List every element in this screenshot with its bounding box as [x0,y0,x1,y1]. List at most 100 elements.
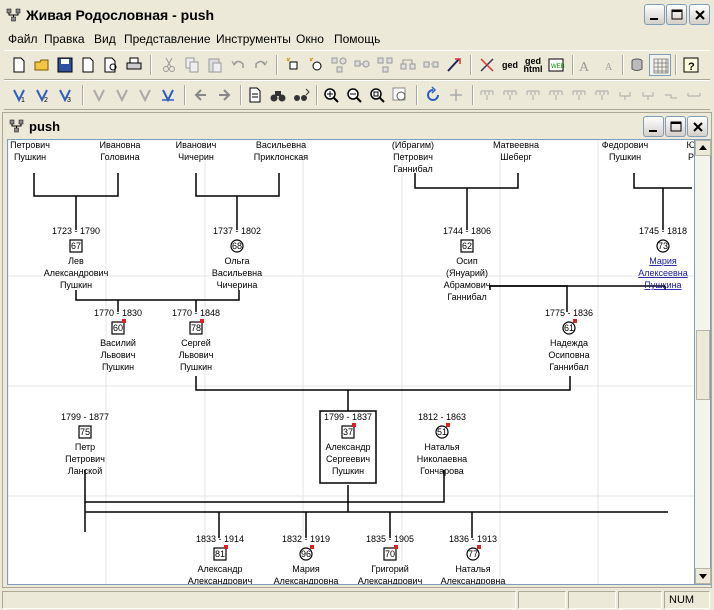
find-button[interactable] [267,84,289,106]
add-female-button[interactable] [305,54,327,76]
font-small-button[interactable]: A [597,54,619,76]
forward-button[interactable] [213,84,235,106]
link-person-button[interactable] [420,54,442,76]
font-large-button[interactable]: A [574,54,596,76]
red-marker-icon [394,545,398,549]
person-name-text: Пушкин [180,362,212,372]
page-button[interactable] [77,54,99,76]
new-button[interactable] [8,54,30,76]
layout-2-button[interactable] [499,84,521,106]
layout-7-button[interactable] [614,84,636,106]
back-button[interactable] [190,84,212,106]
new-person-button[interactable] [282,54,304,76]
scroll-up-button[interactable] [695,140,711,156]
save-button[interactable] [54,54,76,76]
layout-4-button[interactable] [545,84,567,106]
generation-2-button[interactable]: 2 [31,84,53,106]
toolbar-separator [416,85,418,105]
add-sibling-button[interactable] [397,54,419,76]
toolbar-separator [184,85,186,105]
close-button[interactable] [689,4,710,25]
person-years-text: 1737 - 1802 [213,226,261,236]
layout-6-button[interactable] [591,84,613,106]
add-child-button[interactable] [374,54,396,76]
document-minimize-button[interactable] [643,116,664,137]
toolbar-separator [622,55,624,75]
person-name-text: Александровна [274,576,339,585]
menu-tools[interactable]: Инструменты [216,32,291,46]
jump-1-button[interactable] [88,84,110,106]
export-ged-button[interactable]: ged [499,54,521,76]
menu-presentation[interactable]: Представление [124,32,211,46]
person-name-text: Григорий [371,564,409,574]
jump-2-icon [116,89,128,103]
menu-file[interactable]: Файл [8,32,38,46]
layout-1-button[interactable] [476,84,498,106]
menu-edit[interactable]: Правка [44,32,85,46]
minimize-button[interactable] [644,4,665,25]
person-card-button[interactable] [244,84,266,106]
generation-3-button[interactable]: 3 [54,84,76,106]
grid-toggle-button[interactable] [649,54,671,76]
maximize-button[interactable] [666,4,687,25]
menu-help[interactable]: Помощь [334,32,380,46]
scroll-down-button[interactable] [695,568,711,584]
cut-button[interactable] [158,54,180,76]
toolbar-separator [472,85,474,105]
export-chart-button[interactable] [476,54,498,76]
person-name-text: Петр [75,442,95,452]
person-name-text: Василий [100,338,136,348]
jump-2-button[interactable] [111,84,133,106]
delete-person-button[interactable] [443,54,465,76]
add-parents-button[interactable] [328,54,350,76]
center-person-button[interactable] [157,84,179,106]
zoom-in-button[interactable] [320,84,342,106]
status-num-panel: NUM [664,591,710,609]
paste-button[interactable] [204,54,226,76]
layout-tree-icon [572,90,586,100]
zoom-out-icon [347,88,362,103]
database-button[interactable] [626,54,648,76]
export-ged-html-button[interactable]: ged html [522,54,544,76]
layout-8-button[interactable] [637,84,659,106]
help-button[interactable]: ? [680,54,702,76]
ancestor-name-text: Иванович [176,140,217,150]
zoom-fit-button[interactable] [366,84,388,106]
add-spouse-button[interactable] [351,54,373,76]
expand-button[interactable] [445,84,467,106]
redo-button[interactable] [250,54,272,76]
close-icon [693,122,703,132]
generation-2-icon: 2 [36,89,48,104]
person-name-text: Пушкина [644,280,681,290]
copy-button[interactable] [181,54,203,76]
print-preview-button[interactable] [100,54,122,76]
menu-window[interactable]: Окно [296,32,324,46]
person-name-text: Сергеевич [326,454,370,464]
layout-5-button[interactable] [568,84,590,106]
document-maximize-button[interactable] [665,116,686,137]
open-button[interactable] [31,54,53,76]
layout-3-button[interactable] [522,84,544,106]
print-button[interactable] [123,54,145,76]
layout-tree-icon [503,90,517,100]
title-bar: Живая Родословная - push [0,0,714,30]
undo-button[interactable] [227,54,249,76]
refresh-button[interactable] [422,84,444,106]
toolbar-separator [675,55,677,75]
layout-line-icon [665,94,677,99]
export-web-button[interactable]: WEB [545,54,567,76]
zoom-page-button[interactable] [389,84,411,106]
layout-9-button[interactable] [660,84,682,106]
zoom-out-button[interactable] [343,84,365,106]
family-tree-canvas[interactable]: Петрович Пушкин Ивановна Головина Иванович Чи… [7,139,695,585]
person-name-text: Васильевна [212,268,262,278]
find-next-button[interactable] [290,84,312,106]
document-close-button[interactable] [687,116,708,137]
menu-view[interactable]: Вид [94,32,116,46]
vertical-scrollbar[interactable] [695,139,711,585]
layout-10-button[interactable] [683,84,705,106]
family-tree-diagram[interactable]: Петрович Пушкин Ивановна Головина Иванович Чи… [8,140,695,585]
jump-3-button[interactable] [134,84,156,106]
scrollbar-thumb[interactable] [696,330,710,400]
generation-1-button[interactable]: 1 [8,84,30,106]
